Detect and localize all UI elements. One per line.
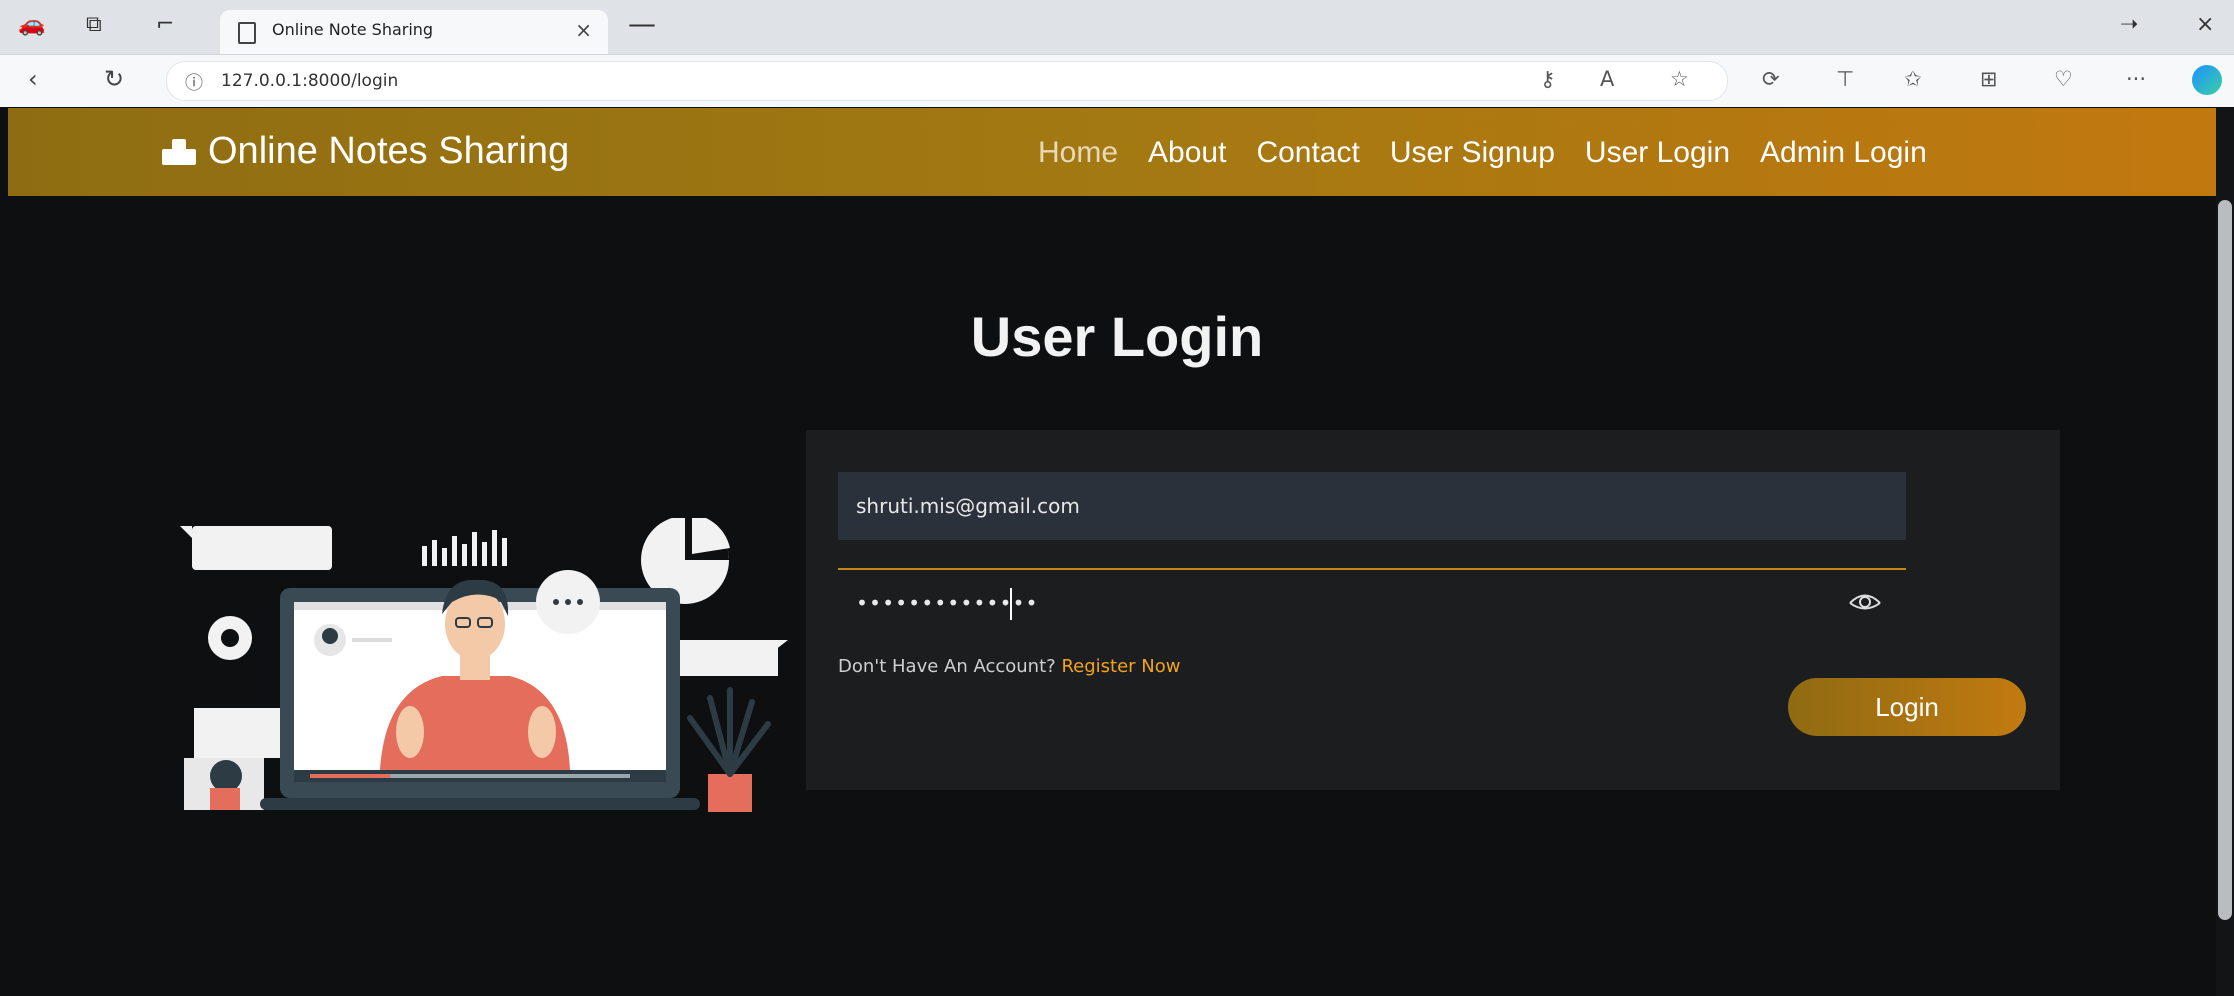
refresh-icon[interactable]: ↻ (104, 65, 124, 93)
browser-toolbar: ‹ ↻ ⓘ 127.0.0.1:8000/login ⚷ A ☆ ⟳ ⊤ ✩ ⊞… (0, 55, 2234, 107)
favorite-star-icon[interactable]: ☆ (1670, 67, 1689, 91)
site-brand[interactable]: Online Notes Sharing (162, 130, 569, 173)
split-screen-icon[interactable]: ⊤ (1836, 67, 1854, 91)
site-info-icon[interactable]: ⓘ (185, 69, 203, 95)
toggle-password-eye-icon[interactable] (1848, 588, 1882, 618)
new-tab-icon[interactable]: — (628, 10, 656, 38)
password-input[interactable] (838, 570, 1818, 636)
minimize-icon[interactable]: ➝ (2120, 12, 2138, 37)
favorites-icon[interactable]: ✩ (1904, 67, 1922, 91)
collections-icon[interactable]: ⊞ (1980, 67, 1998, 91)
notes-logo-icon (162, 138, 196, 165)
nav-user-login[interactable]: User Login (1585, 136, 1730, 170)
tab-title: Online Note Sharing (272, 20, 434, 39)
site-navbar: Online Notes Sharing Home About Contact … (8, 108, 2226, 196)
register-now-link[interactable]: Register Now (1061, 656, 1180, 677)
window-close-icon[interactable]: × (2196, 12, 2214, 37)
online-class-illustration (180, 518, 788, 812)
extension-icon[interactable]: ⟳ (1762, 67, 1780, 91)
login-card: Don't Have An Account? Register Now Logi… (806, 430, 2060, 790)
no-account-text: Don't Have An Account? (838, 656, 1056, 677)
password-field (838, 568, 1906, 636)
text-caret (1010, 588, 1012, 620)
nav-admin-login[interactable]: Admin Login (1760, 136, 1927, 170)
read-aloud-icon[interactable]: A (1600, 67, 1614, 91)
key-icon[interactable]: ⚷ (1540, 67, 1555, 91)
nav-user-signup[interactable]: User Signup (1390, 136, 1555, 170)
back-icon[interactable]: ‹ (28, 65, 38, 93)
browser-essentials-icon[interactable]: ♡ (2054, 67, 2073, 91)
browser-tab[interactable]: Online Note Sharing × (220, 10, 608, 54)
more-menu-icon[interactable]: ··· (2126, 67, 2146, 91)
register-prompt: Don't Have An Account? Register Now (838, 656, 1180, 677)
page-title: User Login (970, 305, 1264, 368)
copilot-icon[interactable] (2192, 65, 2222, 95)
main-menu: Home About Contact User Signup User Logi… (1038, 136, 1927, 170)
address-bar[interactable]: ⓘ 127.0.0.1:8000/login (166, 61, 1728, 101)
login-button[interactable]: Login (1788, 678, 2026, 736)
address-url: 127.0.0.1:8000/login (221, 71, 399, 91)
email-input[interactable] (838, 472, 1906, 540)
browser-tabstrip: 🚗 ⧉ ⌐ Online Note Sharing × — ➝ × (0, 0, 2234, 55)
tab-close-icon[interactable]: × (575, 18, 592, 42)
tab-actions-icon[interactable]: ⌐ (156, 12, 174, 37)
nav-contact[interactable]: Contact (1256, 136, 1359, 170)
nav-home[interactable]: Home (1038, 136, 1118, 170)
workspaces-icon[interactable]: ⧉ (86, 12, 102, 37)
profile-icon[interactable]: 🚗 (18, 12, 45, 37)
brand-name: Online Notes Sharing (208, 130, 570, 172)
nav-about[interactable]: About (1148, 136, 1226, 170)
page-favicon-icon (238, 22, 256, 44)
